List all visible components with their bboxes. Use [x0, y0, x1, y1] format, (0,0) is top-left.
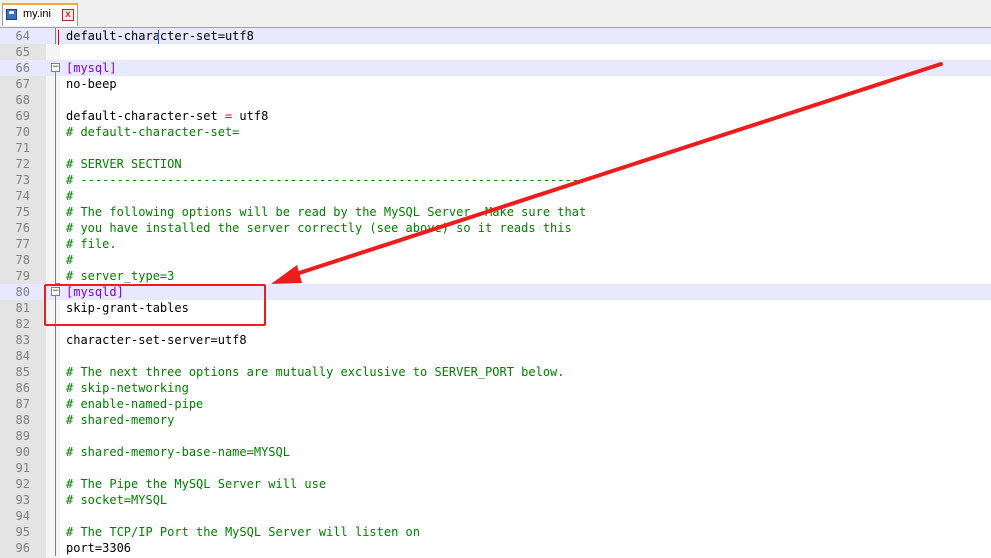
annotation-arrow	[271, 62, 943, 284]
